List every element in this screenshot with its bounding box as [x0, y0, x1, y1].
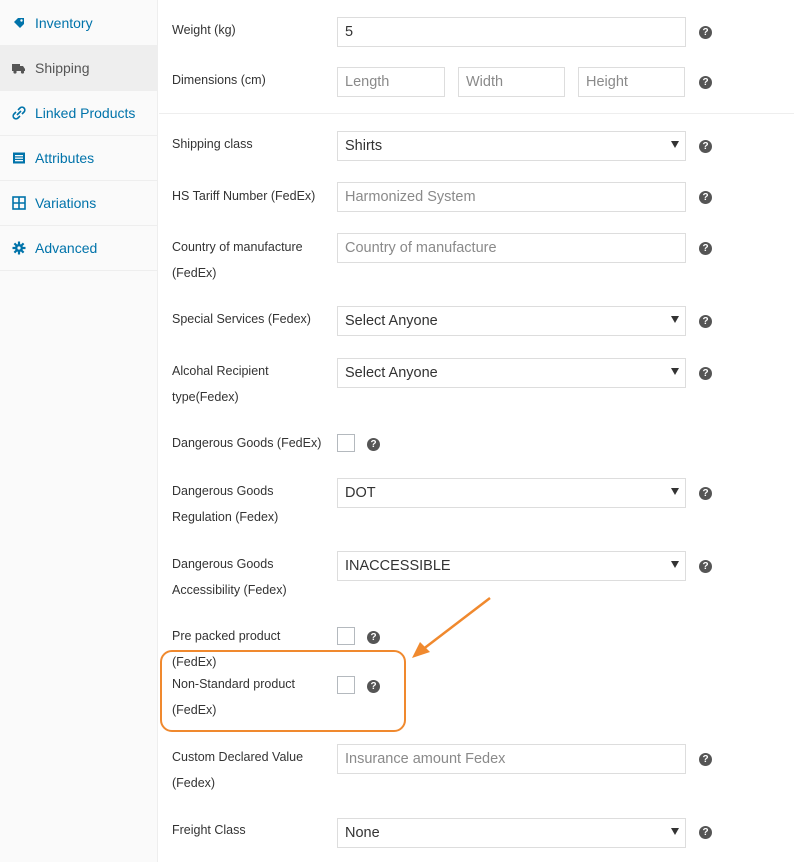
- width-input[interactable]: Width: [458, 67, 565, 97]
- dg-accessibility-label: Dangerous Goods Accessibility (Fedex): [172, 551, 327, 603]
- special-services-label: Special Services (Fedex): [172, 312, 311, 326]
- declared-value-label-line1: Custom Declared Value: [172, 750, 304, 764]
- sidebar-item-variations[interactable]: Variations: [0, 181, 157, 226]
- truck-icon: [12, 61, 26, 75]
- gear-icon: [12, 241, 26, 255]
- help-icon[interactable]: ?: [699, 560, 712, 573]
- shipping-class-value: Shirts: [345, 138, 383, 154]
- freight-class-select[interactable]: None: [337, 818, 686, 848]
- weight-label: Weight (kg): [172, 23, 236, 37]
- special-services-select[interactable]: Select Anyone: [337, 306, 686, 336]
- grid-icon: [12, 196, 26, 210]
- dg-accessibility-value: INACCESSIBLE: [345, 558, 451, 574]
- help-icon[interactable]: ?: [699, 487, 712, 500]
- country-label-line2: (FedEx): [172, 266, 217, 280]
- sidebar-item-label: Variations: [35, 195, 97, 211]
- help-icon[interactable]: ?: [699, 26, 712, 39]
- dg-regulation-select[interactable]: DOT: [337, 478, 686, 508]
- dg-regulation-label-line1: Dangerous Goods: [172, 484, 274, 498]
- chevron-down-icon: [671, 828, 679, 835]
- special-services-value: Select Anyone: [345, 313, 438, 329]
- help-icon[interactable]: ?: [367, 631, 380, 644]
- alcohol-recipient-select[interactable]: Select Anyone: [337, 358, 686, 388]
- help-icon[interactable]: ?: [699, 140, 712, 153]
- list-icon: [12, 151, 26, 165]
- alcohol-label: Alcohal Recipient type(Fedex): [172, 358, 327, 410]
- sidebar-item-label: Linked Products: [35, 105, 136, 121]
- country-label: Country of manufacture (FedEx): [172, 234, 327, 286]
- pre-packed-checkbox[interactable]: [337, 627, 355, 645]
- freight-class-value: None: [345, 825, 380, 841]
- sidebar-item-inventory[interactable]: Inventory: [0, 0, 157, 46]
- sidebar-item-label: Attributes: [35, 150, 95, 166]
- alcohol-recipient-value: Select Anyone: [345, 365, 438, 381]
- hs-tariff-label: HS Tariff Number (FedEx): [172, 189, 316, 203]
- dg-accessibility-label-line2: Accessibility (Fedex): [172, 583, 287, 597]
- help-icon[interactable]: ?: [367, 438, 380, 451]
- alcohol-label-line2: type(Fedex): [172, 390, 239, 404]
- tag-icon: [12, 16, 26, 30]
- shipping-panel: Weight (kg) 5 ? Dimensions (cm) Length W…: [159, 0, 794, 862]
- shipping-class-select[interactable]: Shirts: [337, 131, 686, 161]
- chevron-down-icon: [671, 368, 679, 375]
- dimensions-label: Dimensions (cm): [172, 73, 266, 87]
- dg-accessibility-select[interactable]: INACCESSIBLE: [337, 551, 686, 581]
- product-data-tabs: Inventory Shipping Linked Products Attri…: [0, 0, 158, 862]
- dangerous-goods-label: Dangerous Goods (FedEx): [172, 436, 322, 450]
- sidebar-item-label: Advanced: [35, 240, 98, 256]
- help-icon[interactable]: ?: [699, 76, 712, 89]
- sidebar-item-advanced[interactable]: Advanced: [0, 226, 157, 271]
- dangerous-goods-checkbox[interactable]: [337, 434, 355, 452]
- highlight-box: [160, 650, 406, 732]
- help-icon[interactable]: ?: [699, 242, 712, 255]
- declared-value-label-line2: (Fedex): [172, 776, 216, 790]
- weight-input[interactable]: 5: [337, 17, 686, 47]
- country-input[interactable]: Country of manufacture: [337, 233, 686, 263]
- section-divider: [159, 113, 794, 114]
- country-label-line1: Country of manufacture: [172, 240, 303, 254]
- alcohol-label-line1: Alcohal Recipient: [172, 364, 269, 378]
- dg-accessibility-label-line1: Dangerous Goods: [172, 557, 274, 571]
- dg-regulation-label-line2: Regulation (Fedex): [172, 510, 279, 524]
- sidebar-item-label: Inventory: [35, 14, 93, 31]
- link-icon: [12, 106, 26, 120]
- sidebar-item-label: Shipping: [35, 60, 90, 76]
- declared-value-input[interactable]: Insurance amount Fedex: [337, 744, 686, 774]
- height-input[interactable]: Height: [578, 67, 685, 97]
- chevron-down-icon: [671, 488, 679, 495]
- length-input[interactable]: Length: [337, 67, 445, 97]
- sidebar-item-shipping[interactable]: Shipping: [0, 46, 157, 91]
- dg-regulation-label: Dangerous Goods Regulation (Fedex): [172, 478, 327, 530]
- help-icon[interactable]: ?: [699, 826, 712, 839]
- hs-tariff-input[interactable]: Harmonized System: [337, 182, 686, 212]
- sidebar-item-attributes[interactable]: Attributes: [0, 136, 157, 181]
- declared-value-label: Custom Declared Value (Fedex): [172, 744, 327, 796]
- help-icon[interactable]: ?: [699, 191, 712, 204]
- help-icon[interactable]: ?: [699, 753, 712, 766]
- chevron-down-icon: [671, 561, 679, 568]
- chevron-down-icon: [671, 141, 679, 148]
- annotation-arrow-icon: [412, 597, 491, 658]
- help-icon[interactable]: ?: [699, 315, 712, 328]
- help-icon[interactable]: ?: [699, 367, 712, 380]
- chevron-down-icon: [671, 316, 679, 323]
- dg-regulation-value: DOT: [345, 485, 376, 501]
- shipping-class-label: Shipping class: [172, 137, 253, 151]
- freight-class-label: Freight Class: [172, 823, 246, 837]
- sidebar-item-linked-products[interactable]: Linked Products: [0, 91, 157, 136]
